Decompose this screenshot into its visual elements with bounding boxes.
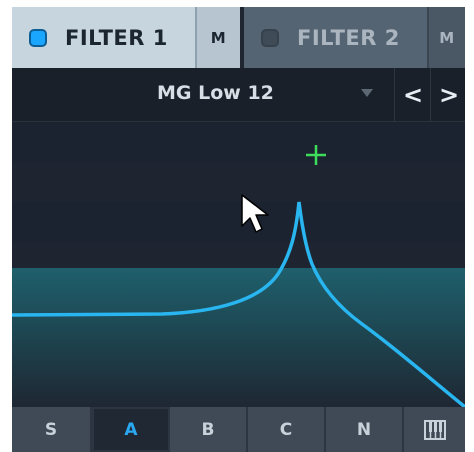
tab-filter-2-label: FILTER 2: [297, 25, 400, 50]
tab-filter-2[interactable]: FILTER 2: [244, 7, 427, 68]
mode-button-a[interactable]: A: [92, 407, 170, 452]
filter-tabs: FILTER 1 M FILTER 2 M: [12, 7, 465, 68]
filter-1-mode-label: M: [210, 28, 227, 47]
mode-button-b[interactable]: B: [170, 407, 248, 452]
keyboard-icon: [423, 419, 446, 440]
chevron-left-icon: <: [402, 80, 424, 109]
mode-button-bar: S A B C N: [12, 407, 465, 452]
filter-curve-svg: [12, 122, 465, 407]
preset-next-button[interactable]: >: [433, 68, 465, 121]
filter-2-mode-button[interactable]: M: [427, 7, 465, 68]
mode-button-b-label: B: [201, 419, 215, 440]
preset-dropdown-icon[interactable]: [361, 89, 373, 97]
response-band-fill: [12, 268, 465, 407]
tab-filter-1-label: FILTER 1: [65, 25, 168, 50]
chevron-right-icon: >: [438, 80, 460, 109]
filter-2-enable-checkbox[interactable]: [261, 28, 279, 47]
graph-band: [12, 122, 465, 162]
divider: [430, 68, 431, 121]
preset-name[interactable]: MG Low 12: [157, 82, 377, 104]
graph-band: [12, 202, 465, 242]
filter-1-mode-button[interactable]: M: [195, 7, 240, 68]
filter-2-mode-label: M: [439, 28, 455, 47]
divider: [394, 68, 395, 121]
mode-button-a-label: A: [124, 419, 138, 440]
tab-filter-1[interactable]: FILTER 1: [12, 7, 195, 68]
mode-button-c[interactable]: C: [248, 407, 326, 452]
filter-response-graph[interactable]: [12, 122, 465, 407]
graph-band: [12, 162, 465, 202]
filter-1-enable-checkbox[interactable]: [29, 28, 47, 47]
keyboard-tracking-button[interactable]: [404, 407, 465, 452]
mode-button-s[interactable]: S: [12, 407, 92, 452]
mode-button-n-label: N: [356, 419, 372, 440]
mode-button-c-label: C: [279, 419, 293, 440]
preset-selector-row: MG Low 12 < >: [12, 68, 465, 122]
filter-panel: FILTER 1 M FILTER 2 M MG Low 12 < > S A …: [12, 7, 465, 452]
mode-button-n[interactable]: N: [326, 407, 404, 452]
preset-prev-button[interactable]: <: [397, 68, 429, 121]
mode-button-s-label: S: [44, 419, 58, 440]
